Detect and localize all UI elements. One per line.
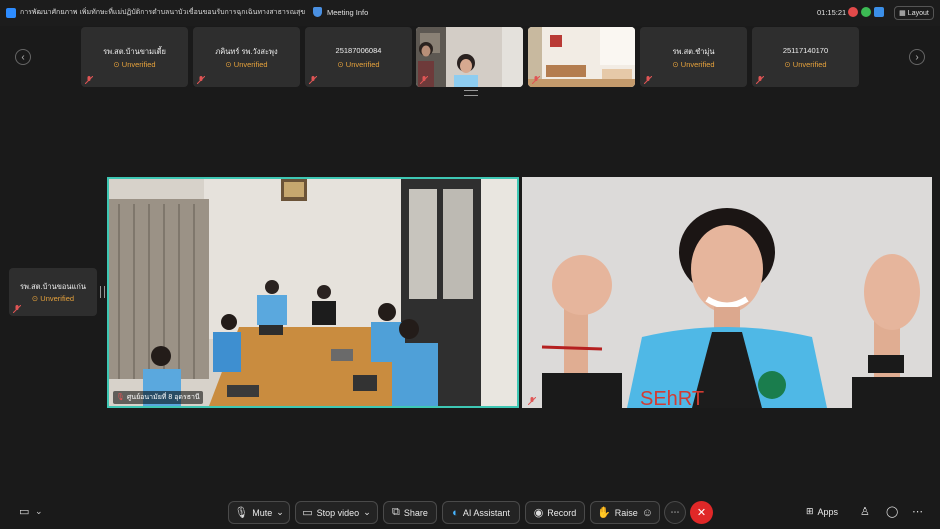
participant-video-tile[interactable] (528, 27, 635, 87)
ai-assistant-label: AI Assistant (462, 507, 510, 518)
participant-video (416, 27, 523, 87)
apps-grid-icon: ⊞ (806, 506, 814, 516)
active-speaker-video[interactable]: 🎙 ศูนย์อนามัยที่ 8 อุดรธานี (107, 177, 519, 408)
shield-icon[interactable] (313, 7, 322, 17)
share-button[interactable]: ⧉ Share (383, 501, 437, 524)
layout-button[interactable]: ▦ Layout (894, 6, 934, 20)
participant-name: 25187006084 (335, 46, 382, 55)
participant-name: 25117140170 (782, 46, 829, 55)
unverified-badge: ⊙ Unverified (225, 60, 268, 69)
mic-muted-icon (532, 76, 540, 84)
recording-status-icon[interactable] (848, 7, 858, 17)
participant-name: ภคินทร์ รพ.วังสะพุง (215, 47, 278, 56)
close-icon: ✕ (696, 507, 707, 519)
layout-icon: ▦ (899, 10, 906, 17)
mic-muted-icon (85, 76, 93, 84)
mute-label: Mute (252, 507, 273, 518)
participant-tile[interactable]: 25117140170 ⊙ Unverified (752, 27, 859, 87)
participant-tile[interactable]: 25187006084 ⊙ Unverified (305, 27, 412, 87)
chevron-down-icon[interactable]: ⌄ (276, 507, 284, 518)
unverified-badge: ⊙ Unverified (672, 60, 715, 69)
ai-assistant-icon: ◐ (452, 506, 459, 519)
next-page-button[interactable]: › (909, 49, 925, 65)
previous-page-button[interactable]: ‹ (15, 49, 31, 65)
apps-label: Apps (817, 506, 839, 517)
stop-video-label: Stop video (316, 507, 360, 518)
side-resize-handle[interactable] (100, 286, 105, 298)
encryption-status-icon[interactable] (861, 7, 871, 17)
share-screen-icon: ⧉ (392, 506, 400, 518)
participant-tile[interactable]: รพ.สต.บ้านขอนแก่น ⊙ Unverified (9, 268, 97, 316)
raise-button[interactable]: ✋ Raise ☺ (590, 501, 660, 524)
meeting-title: การพัฒนาศักยภาพ เพิ่มทักษะที่แม่ปฏิบัติก… (20, 9, 305, 16)
speaker-name: ศูนย์อนามัยที่ 8 อุดรธานี (126, 394, 200, 401)
participant-tile[interactable]: รพ.สต.บ้านขามเตี้ย ⊙ Unverified (81, 27, 188, 87)
participant-tile[interactable]: รพ.สต.ชำมุ่น ⊙ Unverified (640, 27, 747, 87)
unverified-badge: ⊙ Unverified (113, 60, 156, 69)
layout-label: Layout (907, 9, 929, 17)
mic-muted-icon (528, 397, 536, 405)
vest-text: SEhRT (640, 388, 704, 408)
mic-muted-icon (644, 76, 652, 84)
app-logo-icon (6, 8, 16, 18)
participant-name: รพ.สต.บ้านขามเตี้ย (103, 47, 166, 56)
mic-muted-icon (309, 76, 317, 84)
ai-assistant-button[interactable]: ◐ AI Assistant (442, 501, 520, 524)
mic-muted-icon (756, 76, 764, 84)
mic-muted-icon (197, 76, 205, 84)
title-bar: การพัฒนาศักยภาพ เพิ่มทักษะที่แม่ปฏิบัติก… (0, 0, 940, 26)
mic-muted-icon: 🎙 (116, 394, 125, 401)
participant-name: รพ.สต.ชำมุ่น (672, 47, 715, 56)
apps-button[interactable]: ⊞ Apps (806, 506, 838, 517)
stop-video-button[interactable]: ▭ Stop video ⌄ (295, 501, 378, 524)
participant-video-tile[interactable] (416, 27, 523, 87)
raise-label: Raise (614, 507, 638, 518)
chevron-down-icon[interactable]: ⌄ (363, 507, 371, 518)
participants-icon[interactable]: ♙ (860, 505, 870, 518)
mic-muted-icon (13, 305, 21, 313)
strip-resize-handle[interactable] (464, 90, 478, 96)
record-label: Record (547, 507, 577, 518)
meeting-info-button[interactable]: Meeting Info (327, 8, 368, 17)
chat-icon[interactable]: ◯ (886, 505, 898, 518)
share-label: Share (403, 507, 428, 518)
meeting-timer: 01:15:21 (817, 8, 847, 17)
raise-hand-icon: ✋ (597, 507, 611, 519)
unverified-badge: ⊙ Unverified (337, 60, 380, 69)
unverified-badge: ⊙ Unverified (784, 60, 827, 69)
participant-status-icon[interactable] (874, 7, 884, 17)
reaction-emoji-icon[interactable]: ☺ (642, 507, 653, 519)
meeting-room-video (109, 179, 517, 406)
participant-video (528, 27, 635, 87)
mute-button[interactable]: 🎙 Mute ⌄ (228, 501, 290, 524)
unverified-badge: ⊙ Unverified (31, 294, 75, 303)
participant-name: รพ.สต.บ้านขอนแก่น (20, 282, 86, 291)
video-name-label: 🎙 ศูนย์อนามัยที่ 8 อุดรธานี (113, 391, 203, 404)
chat-bubble-icon[interactable]: ▭ (19, 505, 29, 518)
more-icon[interactable]: ⋯ (912, 505, 923, 518)
record-icon: ◉ (533, 507, 544, 519)
record-button[interactable]: ◉ Record (525, 501, 585, 524)
microphone-icon: 🎙 (234, 507, 249, 519)
cheering-participant-video: SEhRT (522, 177, 932, 408)
more-options-button[interactable]: ⋯ (664, 501, 686, 524)
more-icon: ⋯ (670, 507, 680, 517)
end-call-button[interactable]: ✕ (690, 501, 713, 524)
participant-tile[interactable]: ภคินทร์ รพ.วังสะพุง ⊙ Unverified (193, 27, 300, 87)
chevron-down-icon[interactable]: ⌄ (35, 506, 43, 517)
participant-main-video[interactable]: SEhRT (522, 177, 932, 408)
video-camera-icon: ▭ (302, 507, 313, 519)
mic-muted-icon (420, 76, 428, 84)
